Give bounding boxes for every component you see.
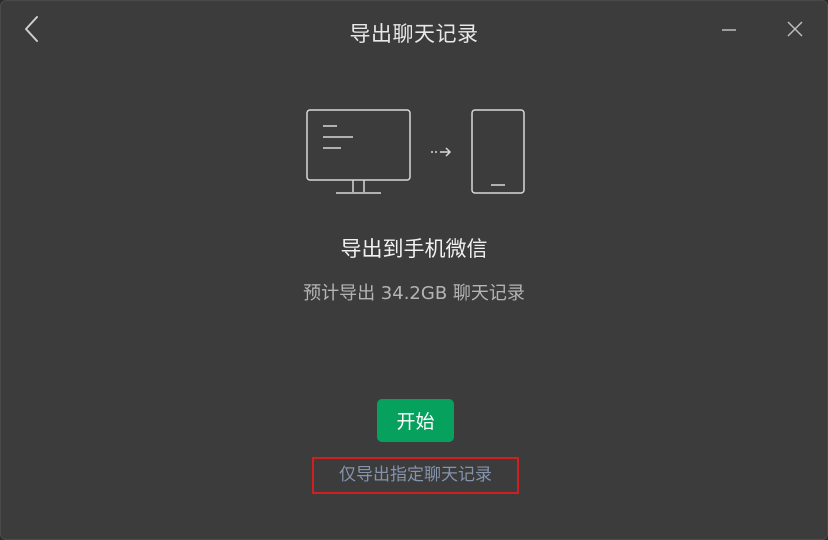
export-illustration: [306, 109, 525, 194]
window-title: 导出聊天记录: [349, 22, 479, 46]
close-icon: [787, 21, 803, 37]
export-chat-dialog: 导出聊天记录 导出到手机微信 预计导出 34.2GB 聊天记录 开始 仅导出指定…: [0, 0, 828, 540]
desktop-monitor-icon: [306, 109, 411, 194]
export-heading: 导出到手机微信: [340, 237, 488, 261]
titlebar: 导出聊天记录: [1, 1, 827, 63]
phone-icon: [471, 109, 525, 194]
minimize-button[interactable]: [715, 15, 743, 43]
export-size-text: 预计导出 34.2GB 聊天记录: [303, 283, 525, 304]
minimize-icon: [722, 29, 736, 31]
arrow-right-icon: [431, 147, 452, 157]
close-button[interactable]: [781, 15, 809, 43]
start-button[interactable]: 开始: [377, 399, 454, 442]
export-selected-chats-link[interactable]: 仅导出指定聊天记录: [312, 457, 519, 494]
